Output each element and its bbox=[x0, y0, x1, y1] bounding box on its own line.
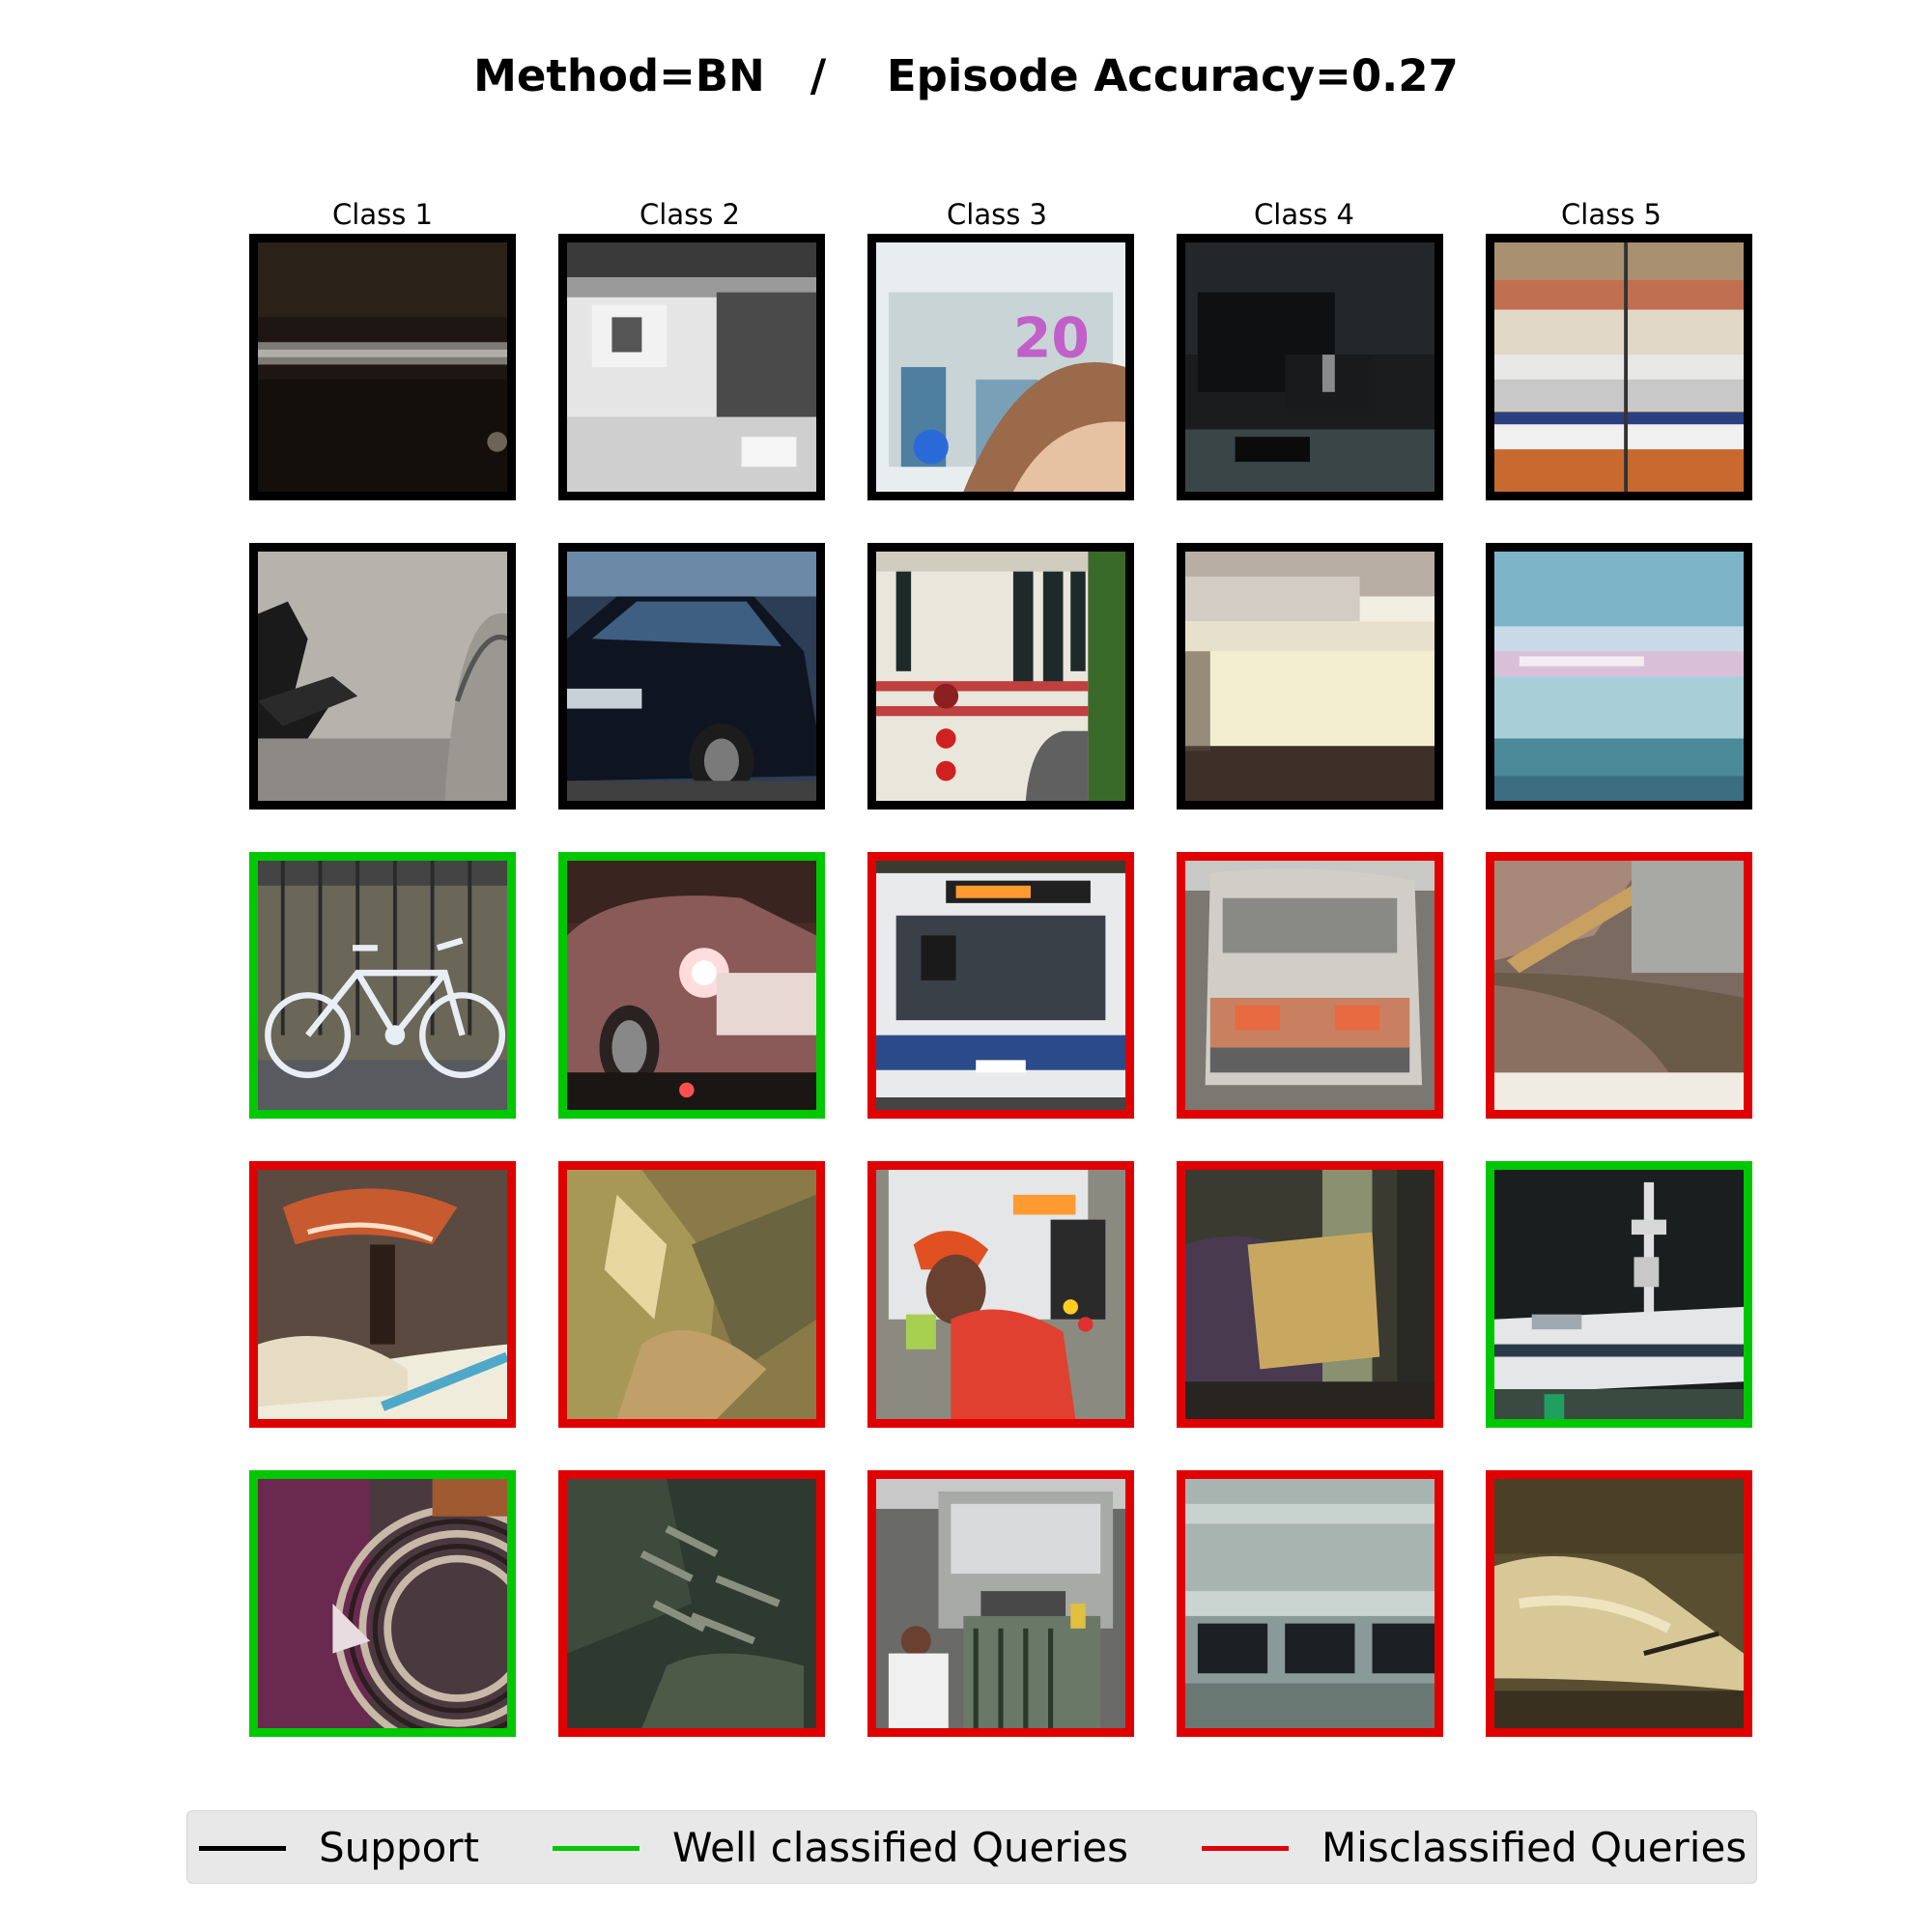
tile-image bbox=[1185, 242, 1435, 492]
tile-image bbox=[567, 861, 816, 1110]
image-tile-support-row2-col1 bbox=[249, 543, 516, 810]
tile-image bbox=[1494, 1479, 1744, 1728]
image-tile-query-row3-col5 bbox=[1486, 852, 1752, 1119]
tile-image bbox=[1494, 1170, 1744, 1419]
tile-image bbox=[567, 242, 816, 492]
column-label-class-1: Class 1 bbox=[332, 198, 433, 231]
image-tile-support-row2-col5 bbox=[1486, 543, 1752, 810]
tile-image bbox=[1494, 242, 1744, 492]
image-tile-support-row2-col4 bbox=[1177, 543, 1443, 810]
legend-label-well-classified: Well classified Queries bbox=[672, 1824, 1129, 1871]
tile-image bbox=[258, 552, 507, 801]
image-tile-query-row4-col1 bbox=[249, 1161, 516, 1428]
tile-image bbox=[258, 1170, 507, 1419]
image-tile-query-row5-col1 bbox=[249, 1470, 516, 1737]
image-tile-support-row2-col3 bbox=[867, 543, 1134, 810]
tile-image bbox=[1494, 861, 1744, 1110]
image-tile-query-row4-col4 bbox=[1177, 1161, 1443, 1428]
image-tile-query-row4-col5 bbox=[1486, 1161, 1752, 1428]
tile-image: 20 bbox=[876, 242, 1125, 492]
image-tile-query-row4-col2 bbox=[558, 1161, 825, 1428]
legend-item-misclassified: Misclassified Queries bbox=[1202, 1811, 1747, 1885]
tile-image bbox=[567, 552, 816, 801]
image-tile-query-row3-col2 bbox=[558, 852, 825, 1119]
image-tile-query-row3-col1 bbox=[249, 852, 516, 1119]
tile-image bbox=[1185, 552, 1435, 801]
image-tile-support-row2-col2 bbox=[558, 543, 825, 810]
image-tile-query-row3-col3 bbox=[867, 852, 1134, 1119]
image-tile-query-row5-col4 bbox=[1177, 1470, 1443, 1737]
legend-item-support: Support bbox=[199, 1811, 479, 1885]
legend-label-support: Support bbox=[319, 1824, 480, 1871]
tile-image bbox=[876, 552, 1125, 801]
tile-image bbox=[567, 1170, 816, 1419]
image-tile-query-row5-col2 bbox=[558, 1470, 825, 1737]
column-label-class-2: Class 2 bbox=[639, 198, 740, 231]
tile-image bbox=[1185, 861, 1435, 1110]
tile-image bbox=[876, 861, 1125, 1110]
tile-image bbox=[258, 242, 507, 492]
image-tile-support-row1-col1 bbox=[249, 234, 516, 500]
tile-image bbox=[876, 1479, 1125, 1728]
image-tile-support-row1-col2 bbox=[558, 234, 825, 500]
tile-image bbox=[258, 1479, 507, 1728]
image-tile-support-row1-col5 bbox=[1486, 234, 1752, 500]
image-tile-query-row4-col3 bbox=[867, 1161, 1134, 1428]
image-tile-query-row5-col5 bbox=[1486, 1470, 1752, 1737]
support-line-swatch bbox=[199, 1845, 286, 1851]
svg-text:20: 20 bbox=[1013, 307, 1090, 371]
image-tile-query-row3-col4 bbox=[1177, 852, 1443, 1119]
legend: Support Well classified Queries Misclass… bbox=[186, 1810, 1757, 1884]
image-tile-support-row1-col4 bbox=[1177, 234, 1443, 500]
misclassified-line-swatch bbox=[1202, 1845, 1289, 1851]
figure-title: Method=BN / Episode Accuracy=0.27 bbox=[473, 50, 1459, 101]
tile-image bbox=[1185, 1479, 1435, 1728]
column-label-class-5: Class 5 bbox=[1561, 198, 1662, 231]
column-label-class-3: Class 3 bbox=[947, 198, 1047, 231]
tile-image bbox=[567, 1479, 816, 1728]
legend-label-misclassified: Misclassified Queries bbox=[1321, 1824, 1747, 1871]
tile-image bbox=[258, 861, 507, 1110]
tile-image bbox=[876, 1170, 1125, 1419]
tile-image bbox=[1494, 552, 1744, 801]
tile-image bbox=[1185, 1170, 1435, 1419]
column-label-class-4: Class 4 bbox=[1254, 198, 1354, 231]
well-classified-line-swatch bbox=[553, 1845, 639, 1851]
legend-item-well-classified: Well classified Queries bbox=[553, 1811, 1128, 1885]
image-tile-query-row5-col3 bbox=[867, 1470, 1134, 1737]
image-tile-support-row1-col3: 20 bbox=[867, 234, 1134, 500]
